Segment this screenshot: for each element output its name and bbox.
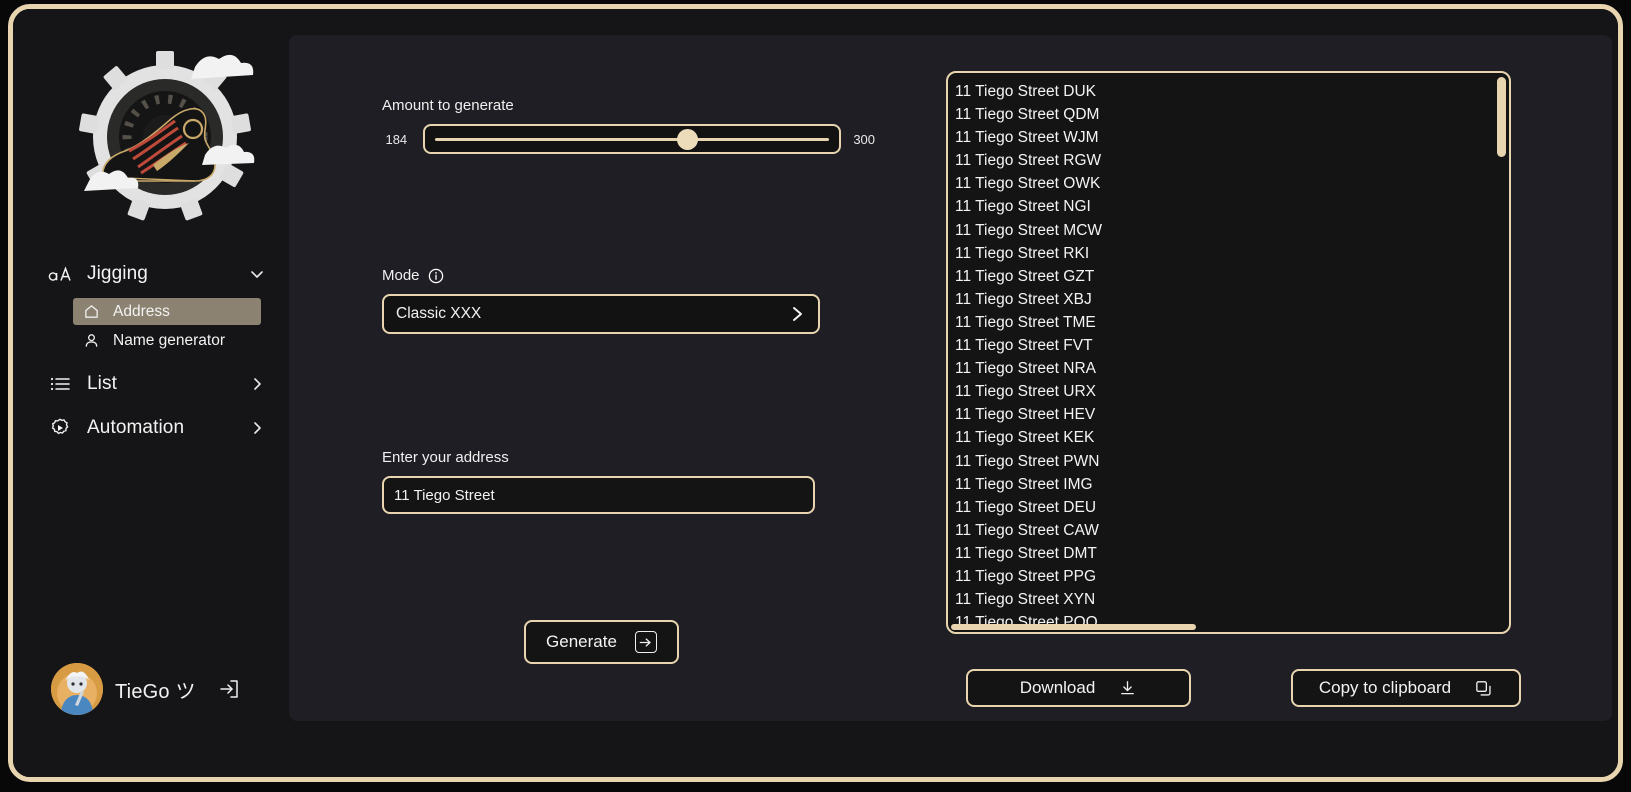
app-window: Jigging Address Name generator List Auto… xyxy=(8,4,1623,782)
copy-button-label: Copy to clipboard xyxy=(1318,678,1452,697)
amount-to-generate-block: Amount to generate 184 300 xyxy=(382,97,882,154)
results-actions: Download Copy to clipboard xyxy=(946,657,1521,727)
sidebar-group-label: List xyxy=(87,373,117,394)
download-icon xyxy=(1117,678,1137,698)
list-item[interactable]: 11 Tiego Street HEV xyxy=(951,403,1497,426)
slider-min-value: 184 xyxy=(385,131,408,147)
list-item[interactable]: 11 Tiego Street KEK xyxy=(951,426,1497,449)
generate-button-label: Generate xyxy=(546,632,617,651)
list-item[interactable]: 11 Tiego Street NGI xyxy=(951,195,1497,218)
amount-slider[interactable] xyxy=(422,124,842,154)
user-avatar xyxy=(51,663,103,715)
sidebar-group-jigging[interactable]: Jigging xyxy=(13,254,289,294)
generate-button[interactable]: Generate xyxy=(524,620,679,664)
arrow-right-icon xyxy=(634,631,657,653)
copy-to-clipboard-button[interactable]: Copy to clipboard xyxy=(1291,669,1521,707)
address-label: Enter your address xyxy=(382,449,509,466)
sneaker-gear-logo xyxy=(79,51,255,221)
mode-selected-value: Classic XXX xyxy=(396,305,482,322)
results-vertical-scrollbar[interactable] xyxy=(1497,77,1506,630)
list-item[interactable]: 11 Tiego Street QDM xyxy=(951,103,1497,126)
mode-label-text: Mode xyxy=(382,267,420,284)
list-item[interactable]: 11 Tiego Street XBJ xyxy=(951,288,1497,311)
list-item[interactable]: 11 Tiego Street RKI xyxy=(951,242,1497,265)
list-item[interactable]: 11 Tiego Street TME xyxy=(951,311,1497,334)
text-case-icon xyxy=(47,264,73,284)
sidebar-nav: Jigging Address Name generator List Auto… xyxy=(13,254,289,448)
user-name: TieGo ツ xyxy=(115,680,196,703)
list-item[interactable]: 11 Tiego Street PWN xyxy=(951,450,1497,473)
amount-slider-row: 184 300 xyxy=(382,124,882,154)
list-item[interactable]: 11 Tiego Street NRA xyxy=(951,357,1497,380)
list-item[interactable]: 11 Tiego Street PPG xyxy=(951,565,1497,588)
chevron-down-icon[interactable] xyxy=(247,264,267,284)
list-item[interactable]: 11 Tiego Street OWK xyxy=(951,172,1497,195)
sidebar-group-label: Jigging xyxy=(87,263,148,284)
chevron-right-icon[interactable] xyxy=(247,418,267,438)
list-icon xyxy=(47,374,73,394)
sidebar-item-address[interactable]: Address xyxy=(73,298,261,325)
address-block: Enter your address xyxy=(382,449,822,514)
home-icon xyxy=(81,303,101,320)
list-item[interactable]: 11 Tiego Street WJM xyxy=(951,126,1497,149)
download-button[interactable]: Download xyxy=(966,669,1191,707)
results-list[interactable]: 11 Tiego Street DUK 11 Tiego Street QDM 11… xyxy=(951,76,1497,624)
sidebar-subitems-jigging: Address Name generator xyxy=(13,298,289,354)
main-panel: Amount to generate 184 300 Mode Classic … xyxy=(289,35,1612,721)
app-logo xyxy=(58,47,273,227)
list-item[interactable]: 11 Tiego Street FVT xyxy=(951,334,1497,357)
person-icon xyxy=(81,332,101,349)
scrollbar-thumb[interactable] xyxy=(951,624,1196,630)
slider-max-value: 300 xyxy=(853,131,876,147)
list-item[interactable]: 11 Tiego Street GZT xyxy=(951,265,1497,288)
list-item[interactable]: 11 Tiego Street MCW xyxy=(951,219,1497,242)
sidebar-item-label: Address xyxy=(113,302,170,320)
sidebar-group-list[interactable]: List xyxy=(13,364,289,404)
sidebar-item-label: Name generator xyxy=(113,331,226,349)
list-item[interactable]: 11 Tiego Street CAW xyxy=(951,519,1497,542)
list-item[interactable]: 11 Tiego Street XYN xyxy=(951,588,1497,611)
list-item[interactable]: 11 Tiego Street DEU xyxy=(951,496,1497,519)
avatar[interactable] xyxy=(51,663,103,715)
mode-label: Mode xyxy=(382,267,827,284)
logout-icon[interactable] xyxy=(216,676,242,702)
list-item[interactable]: 11 Tiego Street RGW xyxy=(951,149,1497,172)
mode-block: Mode Classic XXX xyxy=(382,267,827,334)
chevron-right-icon[interactable] xyxy=(247,374,267,394)
slider-thumb[interactable] xyxy=(676,128,698,150)
results-list-box: 11 Tiego Street DUK 11 Tiego Street QDM 11… xyxy=(946,71,1511,634)
list-item[interactable]: 11 Tiego Street DMT xyxy=(951,542,1497,565)
list-item[interactable]: 11 Tiego Street IMG xyxy=(951,473,1497,496)
gear-icon xyxy=(47,417,73,439)
chevron-right-icon[interactable] xyxy=(788,305,806,323)
sidebar-group-label: Automation xyxy=(87,417,185,438)
user-profile-row: TieGo ツ xyxy=(51,663,242,715)
info-icon[interactable] xyxy=(428,268,444,284)
sidebar-item-name-generator[interactable]: Name generator xyxy=(73,327,261,354)
sidebar-group-automation[interactable]: Automation xyxy=(13,408,289,448)
address-input[interactable] xyxy=(382,476,815,514)
sidebar: Jigging Address Name generator List Auto… xyxy=(13,9,289,777)
list-item[interactable]: 11 Tiego Street POO xyxy=(951,611,1497,624)
window-inner: Jigging Address Name generator List Auto… xyxy=(13,9,1618,777)
scrollbar-thumb[interactable] xyxy=(1497,77,1506,157)
copy-icon xyxy=(1473,678,1493,698)
list-item[interactable]: 11 Tiego Street URX xyxy=(951,380,1497,403)
results-horizontal-scrollbar[interactable] xyxy=(951,624,1495,630)
amount-label: Amount to generate xyxy=(382,97,514,114)
slider-track xyxy=(434,137,830,141)
download-button-label: Download xyxy=(1019,678,1096,697)
list-item[interactable]: 11 Tiego Street DUK xyxy=(951,80,1497,103)
mode-select[interactable]: Classic XXX xyxy=(382,294,820,334)
